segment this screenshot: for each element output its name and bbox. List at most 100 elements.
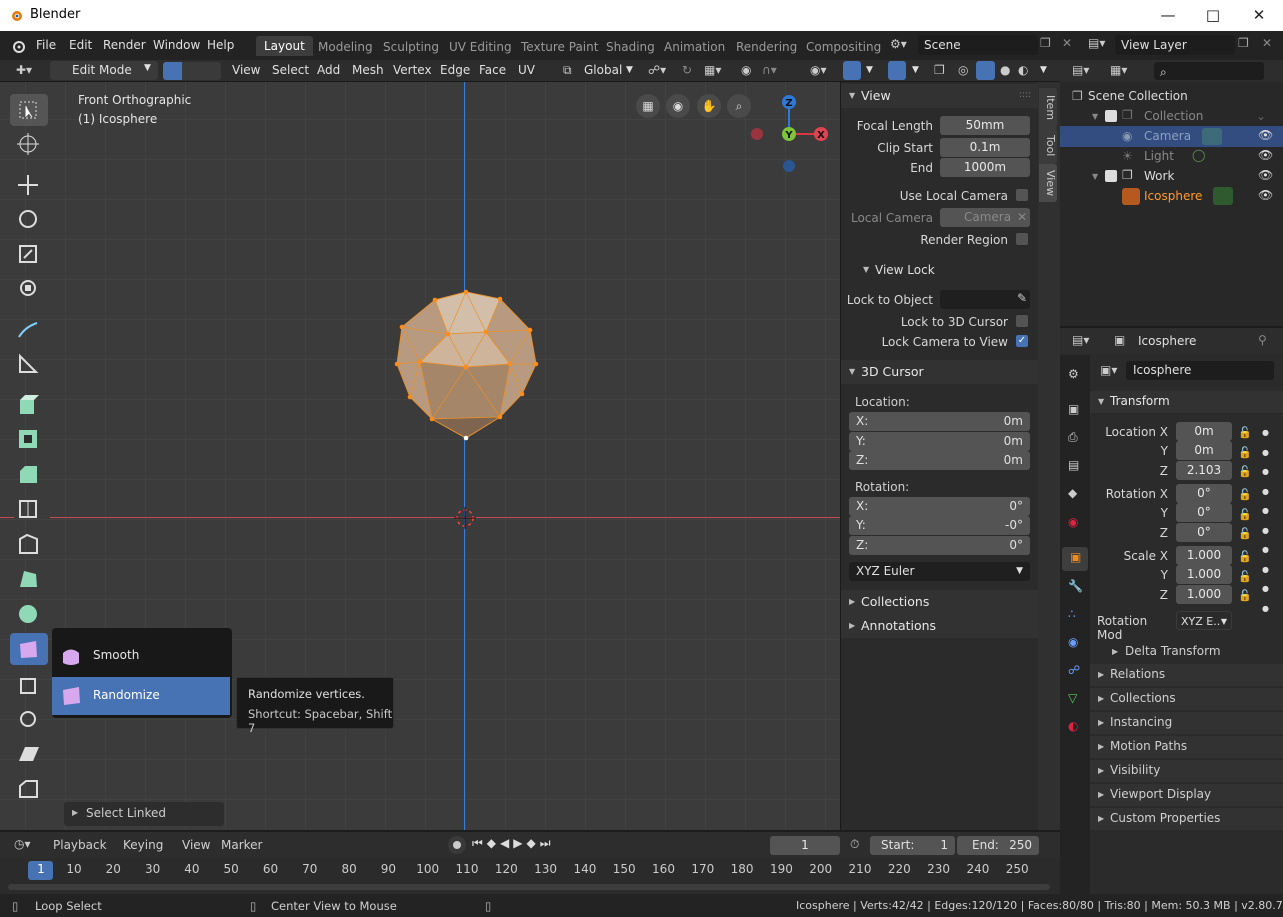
- menu-render[interactable]: Render: [103, 38, 146, 52]
- new-scene-icon[interactable]: ❐: [1040, 36, 1051, 50]
- 3d-cursor-section-header[interactable]: ▼ 3D Cursor: [841, 360, 1039, 384]
- clip-start-field[interactable]: 0.1m: [940, 138, 1030, 157]
- render-region-checkbox[interactable]: [1016, 233, 1028, 245]
- outliner-row-camera[interactable]: ◉ Camera 👁: [1060, 126, 1283, 147]
- tab-layout[interactable]: Layout: [256, 36, 313, 56]
- tool-cursor[interactable]: [10, 128, 48, 160]
- collections-section-header[interactable]: ▶ Collections: [841, 590, 1039, 614]
- menu-timeline-view[interactable]: View: [182, 838, 210, 852]
- physics-icon[interactable]: ◉: [1068, 635, 1078, 649]
- tab-uv-editing[interactable]: UV Editing: [449, 40, 512, 54]
- delta-expand-icon[interactable]: ▶: [1112, 647, 1118, 656]
- view-layer-tab-icon[interactable]: ▤: [1068, 458, 1079, 472]
- collection-checkbox[interactable]: [1105, 110, 1117, 122]
- navigation-gizmo[interactable]: Z X Y: [745, 90, 840, 185]
- tool-spin[interactable]: [10, 598, 48, 630]
- drag-handle-icon[interactable]: ::::: [1019, 90, 1031, 100]
- world-icon[interactable]: ◉: [1068, 515, 1078, 529]
- menu-help[interactable]: Help: [207, 38, 234, 52]
- constraints-icon[interactable]: ☍: [1068, 663, 1080, 677]
- maximize-icon[interactable]: □: [1198, 5, 1228, 25]
- lock-camera-checkbox[interactable]: ✓: [1016, 335, 1028, 347]
- view-lock-expand-icon[interactable]: ▼: [863, 265, 869, 274]
- modifier-wrench-icon[interactable]: 🔧: [1068, 579, 1083, 593]
- menu-select[interactable]: Select: [272, 63, 309, 77]
- timeline-ruler[interactable]: 1 10 20 30 40 50 60 70 80 90 100 110 120 130 140 150 160…: [0, 858, 1060, 894]
- light-eye-icon[interactable]: 👁: [1258, 148, 1273, 162]
- overlay-chevron-icon[interactable]: ▼: [912, 65, 919, 75]
- tab-sculpting[interactable]: Sculpting: [383, 40, 439, 54]
- new-view-layer-icon[interactable]: ❐: [1238, 36, 1249, 50]
- outliner-item-collection[interactable]: Collection: [1144, 109, 1203, 123]
- tool-annotate[interactable]: [10, 314, 48, 346]
- current-frame-field[interactable]: 1: [770, 836, 840, 855]
- tab-animation[interactable]: Animation: [664, 40, 725, 54]
- tool-shrink-fatten[interactable]: [10, 703, 48, 735]
- tab-compositing[interactable]: Compositing: [806, 40, 881, 54]
- tool-settings-icon[interactable]: ⚙: [1068, 367, 1079, 381]
- snap-target-icon[interactable]: ▦▾: [704, 63, 721, 77]
- blender-menu-icon[interactable]: [10, 38, 26, 54]
- close-icon[interactable]: ✕: [1244, 5, 1274, 25]
- camera-eye-icon[interactable]: 👁: [1258, 128, 1273, 142]
- rotation-y-field[interactable]: 0°: [1176, 503, 1232, 522]
- section-viewport-display[interactable]: ▶ Viewport Display: [1090, 784, 1283, 806]
- properties-editor-icon[interactable]: ▤▾: [1072, 333, 1089, 347]
- cursor-y-field[interactable]: Y: 0m: [849, 432, 1030, 451]
- edge-select-icon[interactable]: [183, 62, 201, 80]
- view-layer-icon[interactable]: ▤▾: [1088, 36, 1105, 50]
- delete-scene-icon[interactable]: ✕: [1062, 36, 1072, 50]
- rotation-x-field[interactable]: 0°: [1176, 484, 1232, 503]
- start-frame-field[interactable]: Start: 1: [870, 836, 955, 855]
- menu-mesh[interactable]: Mesh: [352, 63, 384, 77]
- object-name-field[interactable]: Icosphere: [1126, 361, 1274, 380]
- annotations-section-header[interactable]: ▶ Annotations: [841, 614, 1039, 638]
- collection-chevron-icon[interactable]: ⌄: [1256, 109, 1266, 123]
- tab-rendering[interactable]: Rendering: [736, 40, 797, 54]
- outliner-editor-icon[interactable]: ▤▾: [1072, 63, 1089, 77]
- tab-tool[interactable]: Tool: [1039, 128, 1057, 164]
- section-relations[interactable]: ▶ Relations: [1090, 664, 1283, 686]
- xray-icon[interactable]: ❐: [934, 63, 945, 77]
- display-mode-icon[interactable]: ▦▾: [1110, 63, 1127, 77]
- rotation-mode-field[interactable]: XYZ E.. ▼: [1176, 611, 1232, 630]
- pan-hand-icon[interactable]: ✋: [697, 94, 721, 118]
- record-icon[interactable]: [448, 836, 466, 854]
- shading-wireframe-icon[interactable]: ◎: [958, 63, 968, 77]
- view-lock-header[interactable]: View Lock: [875, 263, 935, 277]
- lock-icons[interactable]: 🔓 🔓 🔓: [1238, 423, 1252, 482]
- output-icon[interactable]: ⎙: [1068, 430, 1078, 445]
- outliner-scene-collection[interactable]: Scene Collection: [1088, 89, 1188, 103]
- section-motion-paths[interactable]: ▶ Motion Paths: [1090, 736, 1283, 758]
- cursor-rot-x-field[interactable]: X: 0°: [849, 497, 1030, 516]
- location-x-field[interactable]: 0m: [1176, 422, 1232, 441]
- tool-rotate[interactable]: [10, 203, 48, 235]
- work-checkbox[interactable]: [1105, 170, 1117, 182]
- tool-bevel[interactable]: [10, 458, 48, 490]
- lock-cursor-checkbox[interactable]: [1016, 315, 1028, 327]
- rotation-lock-icons[interactable]: 🔓 🔓 🔓: [1238, 485, 1252, 544]
- menu-vertex[interactable]: Vertex: [393, 63, 432, 77]
- shading-material-icon[interactable]: ●: [1000, 63, 1010, 77]
- scene-name-field[interactable]: Scene: [918, 35, 1038, 55]
- timeline-scrollbar[interactable]: [8, 884, 1050, 890]
- rotation-z-field[interactable]: 0°: [1176, 523, 1232, 542]
- tab-shading[interactable]: Shading: [606, 40, 655, 54]
- tool-rip[interactable]: [10, 773, 48, 805]
- tool-loop-cut[interactable]: [10, 493, 48, 525]
- focal-length-field[interactable]: 50mm: [940, 116, 1030, 135]
- scale-x-field[interactable]: 1.000: [1176, 546, 1232, 565]
- visibility-icon[interactable]: ◉▾: [810, 63, 827, 77]
- 3d-cursor-icon[interactable]: [454, 507, 476, 529]
- work-eye-icon[interactable]: 👁: [1258, 168, 1273, 182]
- tool-scale[interactable]: [10, 238, 48, 270]
- eyedropper-icon[interactable]: ✎: [1017, 291, 1027, 305]
- tool-knife[interactable]: [10, 528, 48, 560]
- overlay-toggle-icon[interactable]: [888, 61, 906, 80]
- cursor-z-field[interactable]: Z: 0m: [849, 451, 1030, 470]
- grid-view-icon[interactable]: ▦: [636, 94, 660, 118]
- delta-transform-header[interactable]: Delta Transform: [1125, 644, 1221, 658]
- tool-select-box[interactable]: [10, 94, 48, 126]
- pivot-icon[interactable]: ☍▾: [648, 63, 666, 77]
- orientation-chevron-icon[interactable]: ▼: [626, 65, 633, 75]
